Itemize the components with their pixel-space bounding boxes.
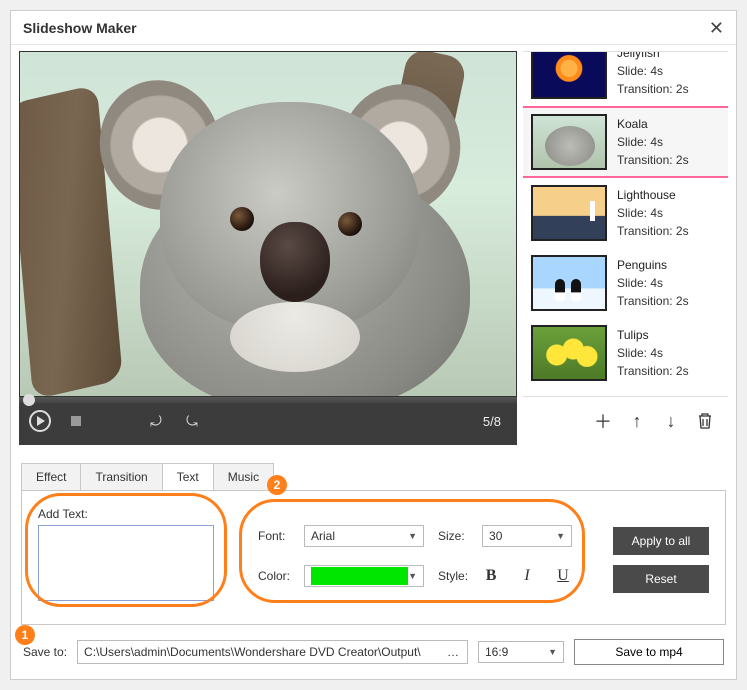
add-text-input[interactable]: [38, 525, 214, 601]
slide-item[interactable]: Penguins Slide: 4s Transition: 2s: [523, 248, 728, 318]
apply-to-all-button[interactable]: Apply to all: [613, 527, 709, 555]
scrub-handle[interactable]: [23, 394, 35, 406]
slideshow-maker-window: Slideshow Maker ✕: [10, 10, 737, 680]
slide-name: Lighthouse: [617, 186, 689, 204]
chevron-down-icon: ▼: [408, 571, 417, 581]
move-up-button[interactable]: ↑: [628, 412, 646, 430]
underline-button[interactable]: U: [554, 567, 572, 585]
play-icon: [29, 410, 51, 432]
font-label: Font:: [258, 529, 290, 543]
stop-icon: [71, 416, 81, 426]
slide-item[interactable]: Koala Slide: 4s Transition: 2s: [523, 106, 728, 178]
slide-counter: 5/8: [483, 414, 501, 429]
color-select[interactable]: ▼: [304, 565, 424, 587]
preview-viewport: [19, 51, 517, 397]
thumbnail-tulips: [531, 325, 607, 381]
titlebar: Slideshow Maker ✕: [11, 11, 736, 45]
thumbnail-jellyfish: [531, 51, 607, 99]
slide-name: Koala: [617, 115, 689, 133]
add-text-label: Add Text:: [38, 507, 228, 521]
slide-name: Penguins: [617, 256, 689, 274]
text-panel: Add Text: Font: Arial▼ Size: 30▼ Color: …: [21, 490, 726, 625]
save-to-label: Save to:: [23, 645, 67, 659]
bold-button[interactable]: B: [482, 567, 500, 585]
slide-item[interactable]: Lighthouse Slide: 4s Transition: 2s: [523, 178, 728, 248]
callout-badge: 1: [15, 625, 35, 645]
delete-slide-button[interactable]: [696, 412, 714, 430]
thumbnail-penguins: [531, 255, 607, 311]
browse-button[interactable]: …: [441, 645, 461, 659]
slide-item[interactable]: Jellyfish Slide: 4s Transition: 2s: [523, 51, 728, 106]
rotate-right-button[interactable]: ⤿: [181, 410, 203, 432]
slide-tools: ＋ ↑ ↓: [523, 397, 728, 445]
save-to-mp4-button[interactable]: Save to mp4: [574, 639, 724, 665]
reset-button[interactable]: Reset: [613, 565, 709, 593]
player-bar: ⤾ ⤿ 5/8: [19, 397, 517, 445]
thumbnail-koala: [531, 114, 607, 170]
chevron-down-icon: ▼: [408, 531, 417, 541]
save-row: Save to: C:\Users\admin\Documents\Wonder…: [11, 625, 736, 679]
tab-music[interactable]: Music: [213, 463, 274, 490]
slide-name: Jellyfish: [617, 51, 689, 62]
color-label: Color:: [258, 569, 290, 583]
thumbnail-lighthouse: [531, 185, 607, 241]
italic-button[interactable]: I: [518, 567, 536, 585]
add-slide-button[interactable]: ＋: [594, 412, 612, 430]
aspect-ratio-select[interactable]: 16:9▼: [478, 641, 564, 663]
preview-column: ⤾ ⤿ 5/8: [19, 51, 517, 445]
tab-text[interactable]: Text: [162, 463, 214, 490]
editor-tabs: Effect Transition Text Music Add Text: F…: [21, 463, 726, 625]
slide-item[interactable]: Tulips Slide: 4s Transition: 2s: [523, 318, 728, 388]
font-select[interactable]: Arial▼: [304, 525, 424, 547]
chevron-down-icon: ▼: [548, 647, 557, 657]
save-path-field[interactable]: C:\Users\admin\Documents\Wondershare DVD…: [77, 640, 468, 664]
slides-list[interactable]: Jellyfish Slide: 4s Transition: 2s Koala…: [523, 51, 728, 397]
tab-effect[interactable]: Effect: [21, 463, 81, 490]
tab-transition[interactable]: Transition: [80, 463, 162, 490]
stop-button[interactable]: [65, 410, 87, 432]
callout-badge: 2: [267, 475, 287, 495]
slide-name: Tulips: [617, 326, 689, 344]
scrub-track[interactable]: [19, 397, 517, 403]
window-title: Slideshow Maker: [23, 20, 137, 36]
slides-column: Jellyfish Slide: 4s Transition: 2s Koala…: [523, 51, 728, 445]
trash-icon: [697, 412, 713, 430]
close-icon[interactable]: ✕: [709, 19, 724, 37]
chevron-down-icon: ▼: [556, 531, 565, 541]
move-down-button[interactable]: ↓: [662, 412, 680, 430]
size-select[interactable]: 30▼: [482, 525, 572, 547]
color-swatch: [311, 567, 408, 585]
play-button[interactable]: [29, 410, 51, 432]
size-label: Size:: [438, 529, 468, 543]
save-path-value: C:\Users\admin\Documents\Wondershare DVD…: [84, 645, 421, 659]
preview-image-koala: [20, 52, 516, 396]
style-label: Style:: [438, 569, 468, 583]
rotate-left-button[interactable]: ⤾: [145, 410, 167, 432]
